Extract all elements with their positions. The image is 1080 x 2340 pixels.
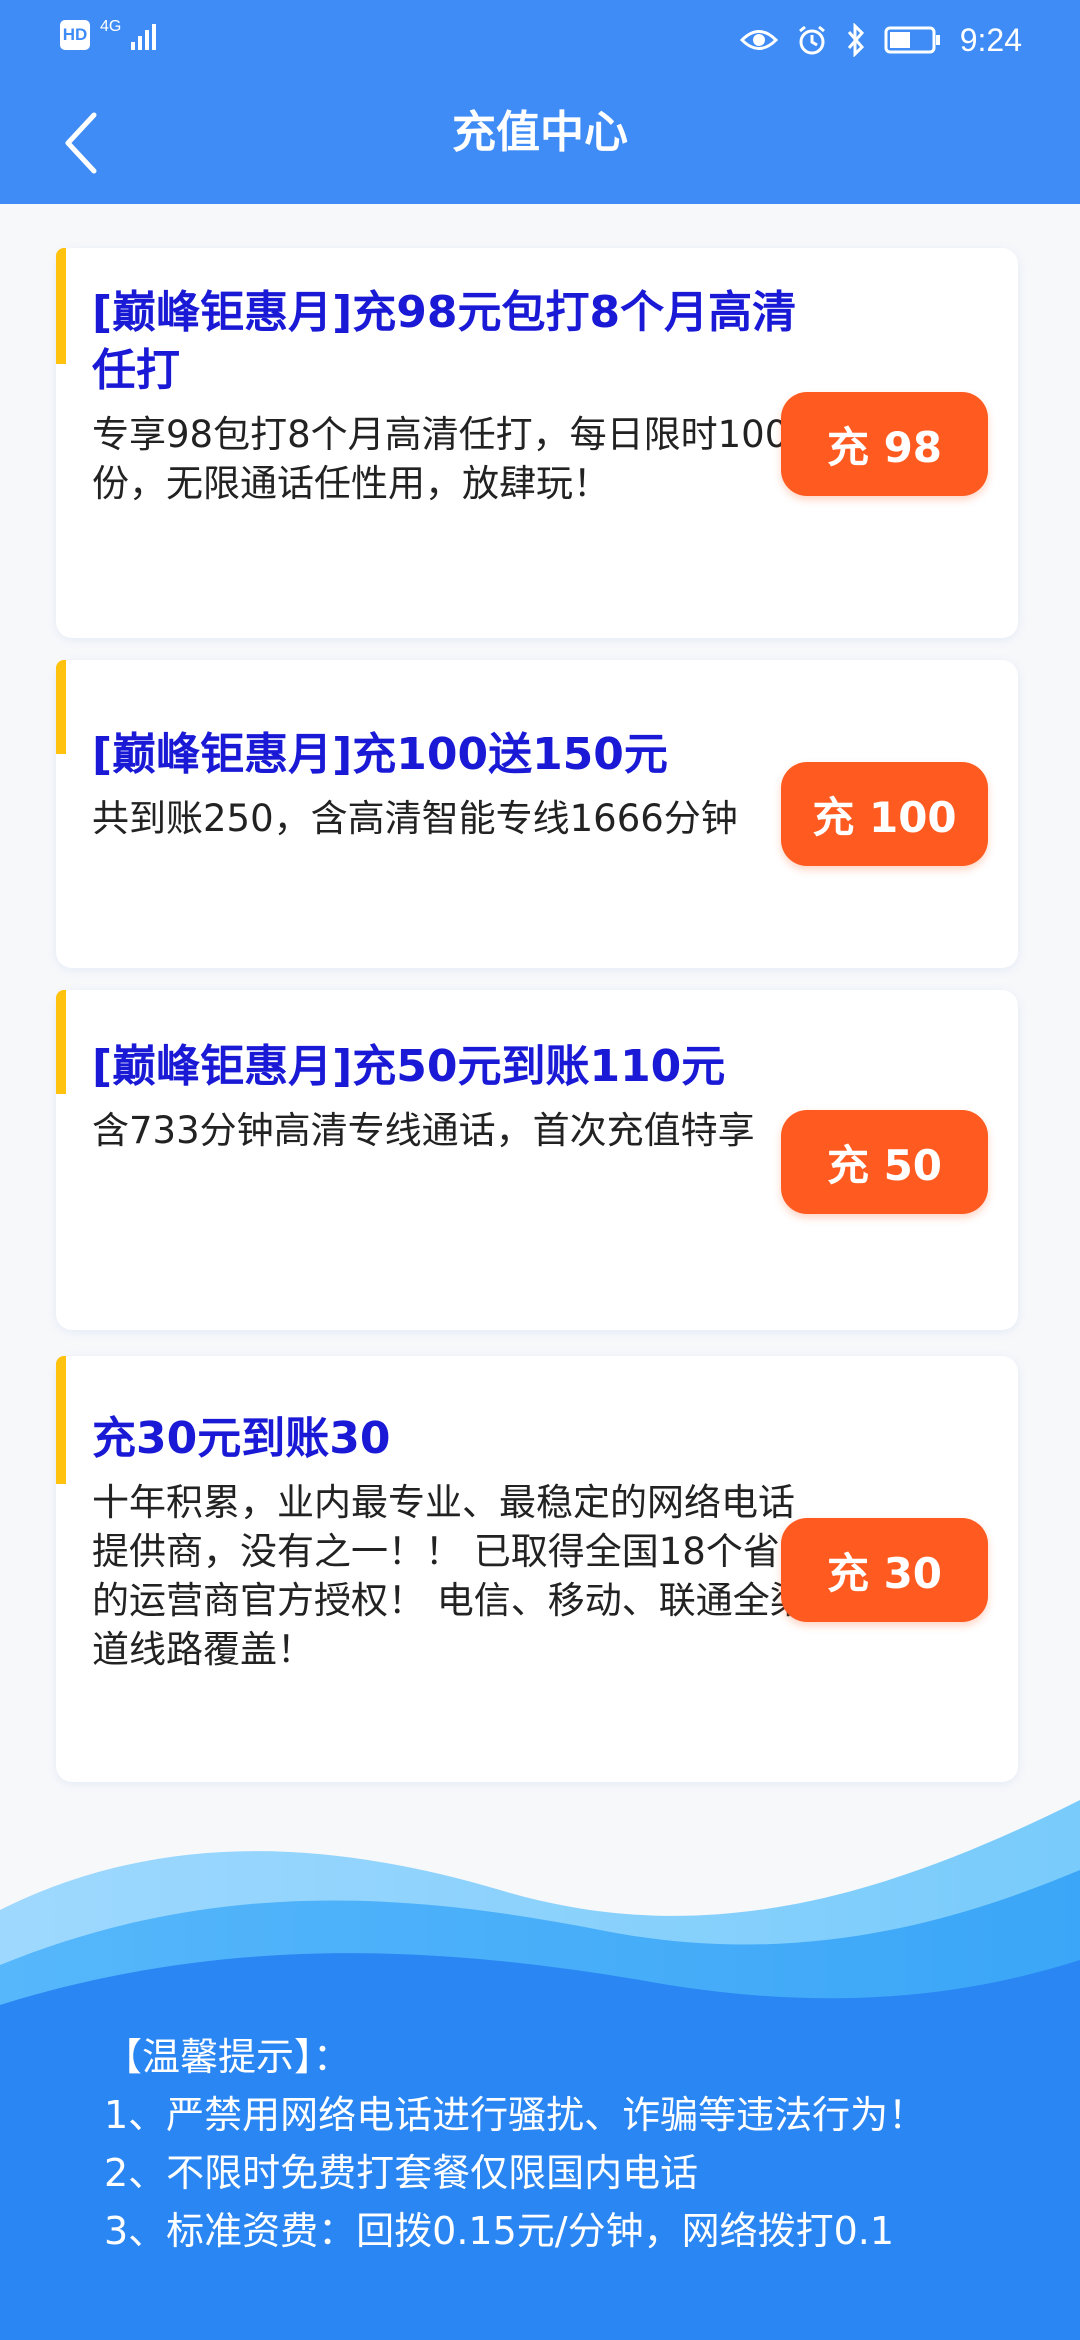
plan-title: [巅峰钜惠月]充98元包打8个月高清任打	[92, 287, 797, 396]
card-accent-bar	[56, 248, 66, 364]
charge-50-button[interactable]: 充 50	[781, 1110, 988, 1214]
clock-time: 9:24	[959, 22, 1022, 58]
tips-item: 3、标准资费：回拨0.15元/分钟，网络拨打0.1	[104, 2209, 895, 2253]
battery-icon	[884, 25, 942, 55]
card-accent-bar	[56, 990, 66, 1094]
plan-card-100[interactable]: [巅峰钜惠月]充100送150元 共到账250，含高清智能专线1666分钟 充 …	[56, 660, 1018, 968]
plan-text: [巅峰钜惠月]充50元到账110元 含733分钟高清专线通话，首次充值特享	[92, 1038, 814, 1155]
bluetooth-icon	[846, 23, 866, 57]
tips-item: 2、不限时免费打套餐仅限国内电话	[104, 2151, 699, 2195]
plan-description: 含733分钟高清专线通话，首次充值特享	[92, 1109, 755, 1152]
plan-text: [巅峰钜惠月]充100送150元 共到账250，含高清智能专线1666分钟	[92, 726, 814, 843]
charge-98-button[interactable]: 充 98	[781, 392, 988, 496]
plan-card-50[interactable]: [巅峰钜惠月]充50元到账110元 含733分钟高清专线通话，首次充值特享 充 …	[56, 990, 1018, 1330]
status-left: HD 4G	[60, 18, 157, 50]
card-accent-bar	[56, 1356, 66, 1484]
tips-heading: 【温馨提示】：	[104, 2035, 352, 2079]
page-title: 充值中心	[452, 107, 628, 158]
plan-text: 充30元到账30 十年积累，业内最专业、最稳定的网络电话提供商，没有之一！！ 已…	[92, 1410, 814, 1674]
plan-text: [巅峰钜惠月]充98元包打8个月高清任打 专享98包打8个月高清任打，每日限时1…	[92, 284, 814, 508]
app-header: 充值中心	[0, 80, 1080, 204]
plan-title: [巅峰钜惠月]充100送150元	[92, 729, 668, 780]
status-right: 9:24	[739, 18, 1022, 62]
plan-title: [巅峰钜惠月]充50元到账110元	[92, 1041, 726, 1092]
tips-item: 1、严禁用网络电话进行骚扰、诈骗等违法行为！	[104, 2093, 927, 2137]
plan-description: 共到账250，含高清智能专线1666分钟	[92, 797, 738, 840]
eye-icon	[739, 27, 778, 53]
plan-card-30[interactable]: 充30元到账30 十年积累，业内最专业、最稳定的网络电话提供商，没有之一！！ 已…	[56, 1356, 1018, 1782]
card-accent-bar	[56, 660, 66, 754]
plan-title: 充30元到账30	[92, 1413, 391, 1464]
plan-description: 十年积累，业内最专业、最稳定的网络电话提供商，没有之一！！ 已取得全国18个省的…	[92, 1481, 807, 1671]
hd-badge: HD	[60, 20, 90, 50]
status-bar: HD 4G 9:24	[0, 0, 1080, 80]
tips-section: 【温馨提示】： 1、严禁用网络电话进行骚扰、诈骗等违法行为！ 2、不限时免费打套…	[104, 2028, 984, 2260]
plan-card-98[interactable]: [巅峰钜惠月]充98元包打8个月高清任打 专享98包打8个月高清任打，每日限时1…	[56, 248, 1018, 638]
charge-100-button[interactable]: 充 100	[781, 762, 988, 866]
network-type-label: 4G	[100, 18, 122, 35]
charge-30-button[interactable]: 充 30	[781, 1518, 988, 1622]
plan-description: 专享98包打8个月高清任打，每日限时100份，无限通话任性用，放肆玩！	[92, 413, 789, 505]
signal-icon	[131, 20, 157, 50]
alarm-icon	[796, 24, 828, 56]
